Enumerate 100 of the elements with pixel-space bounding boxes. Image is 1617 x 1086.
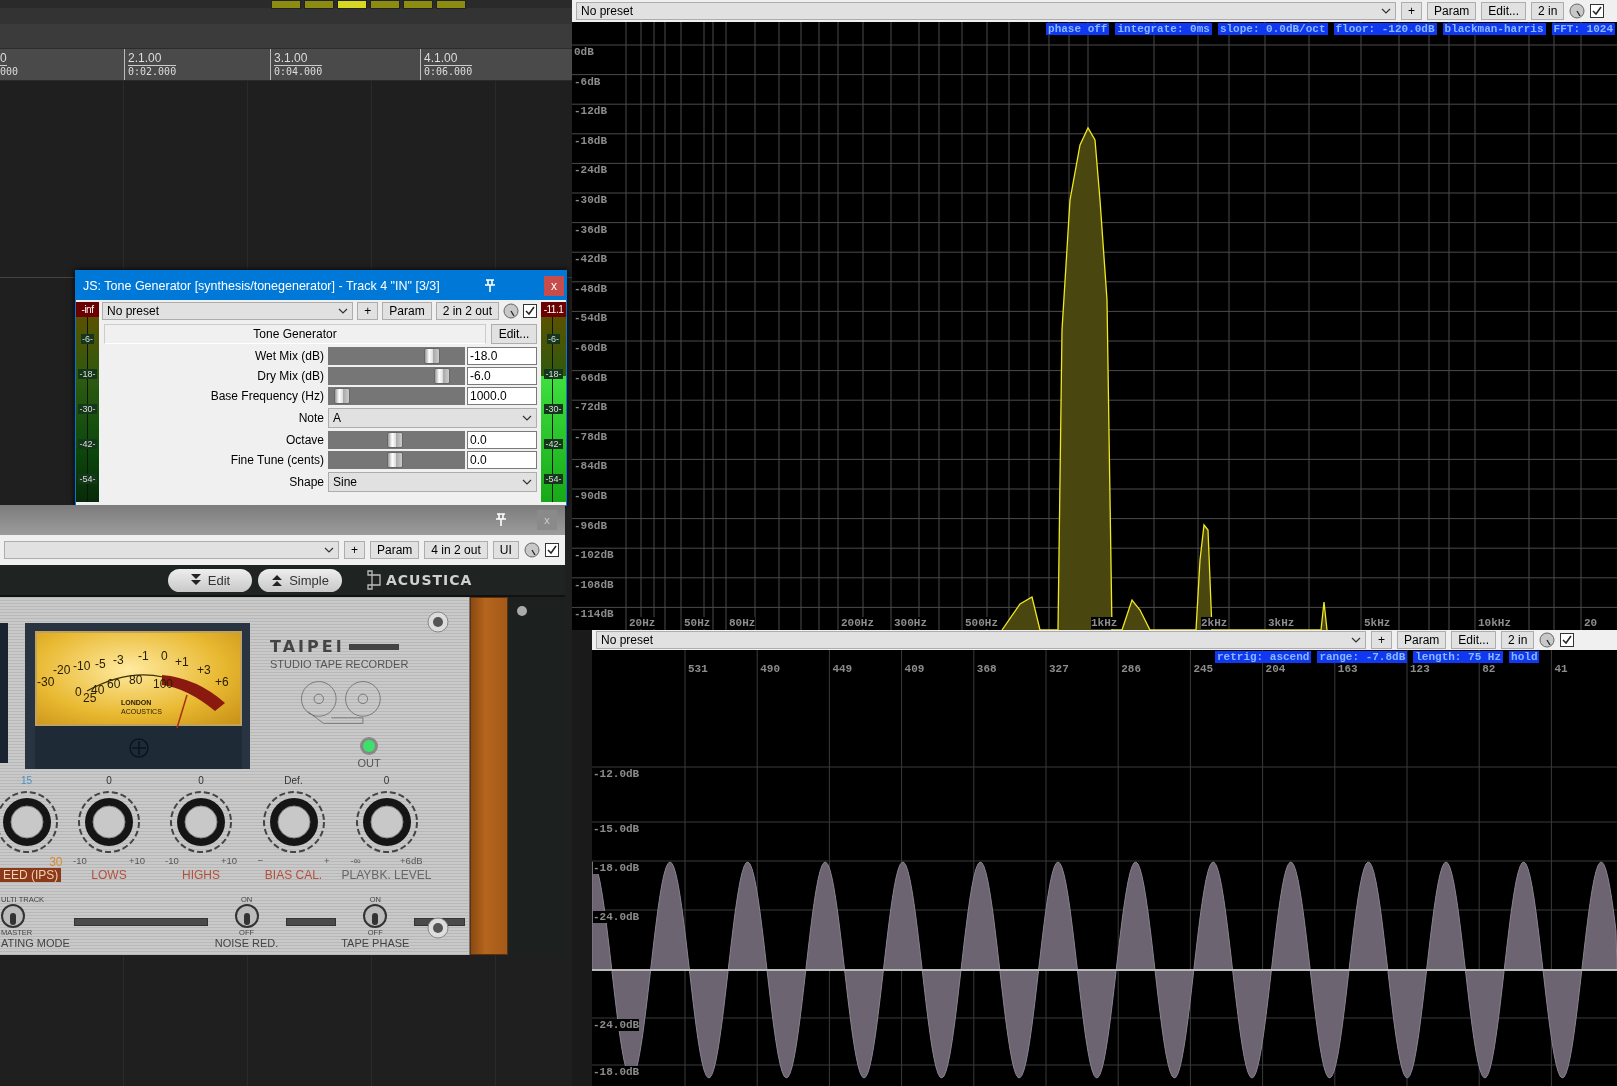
down-arrow-icon (189, 573, 202, 587)
up-arrow-icon (271, 573, 284, 587)
chevron-icon (324, 547, 334, 553)
slider-thumb[interactable] (423, 348, 440, 364)
value-field[interactable]: 1000.0 (467, 387, 537, 405)
toolbar-button[interactable] (304, 0, 334, 9)
parameter-slider[interactable] (328, 367, 465, 385)
toolbar-button[interactable] (271, 0, 301, 9)
db-axis-label: -30dB (574, 194, 607, 206)
analyzer-setting-tag: FFT: 1024 (1551, 23, 1615, 35)
rotary-knob[interactable] (76, 789, 142, 855)
add-button[interactable]: + (344, 541, 365, 559)
add-button[interactable]: + (357, 302, 379, 320)
rotary-knob[interactable] (168, 789, 234, 855)
chevron-icon (522, 479, 532, 485)
add-button[interactable]: + (1371, 631, 1392, 649)
value-field[interactable]: -6.0 (467, 367, 537, 385)
toolbar-button[interactable] (337, 0, 367, 9)
value-field[interactable]: 0.0 (467, 431, 537, 449)
timeline-ruler[interactable]: 0 000 2.1.00 0:02.000 3.1.00 0:04.000 4.1.00 0:06.000 (0, 49, 572, 81)
rotary-knob[interactable] (353, 789, 420, 855)
enable-checkbox[interactable] (1560, 633, 1575, 647)
simple-button[interactable]: Simple (258, 568, 342, 592)
knob-min-label: − (257, 855, 264, 867)
toggle-switch[interactable] (234, 903, 259, 928)
screw-icon (427, 611, 449, 633)
value-field[interactable]: 0.0 (467, 451, 537, 469)
add-button[interactable]: + (1401, 2, 1422, 20)
frequency-axis-label: 1kHz (1091, 617, 1118, 629)
wet-dry-knob[interactable] (1539, 632, 1556, 648)
vu-scale-label: 0 (161, 649, 168, 663)
frequency-axis-label: 10kHz (1478, 617, 1511, 629)
analyzer-setting-tag: slope: 0.0dB/oct (1217, 23, 1328, 35)
toolbar-button[interactable]: Param (370, 541, 420, 559)
preset-dropdown[interactable]: No preset (576, 2, 1396, 20)
preset-dropdown[interactable]: No preset (596, 631, 1366, 649)
wet-dry-knob[interactable] (503, 303, 519, 319)
enable-checkbox[interactable] (523, 304, 537, 318)
toolbar-button[interactable]: Param (382, 302, 432, 320)
sample-axis-label: 327 (1049, 663, 1069, 675)
scope-setting-tag: retrig: ascend (1215, 651, 1312, 663)
meter-scale-label: -6- (81, 333, 94, 344)
edit-button[interactable]: Edit (168, 568, 252, 592)
toggle-switch[interactable] (1, 903, 25, 928)
frequency-axis-label: 300Hz (894, 617, 927, 629)
parameter-slider[interactable] (328, 451, 465, 469)
toolbar-button[interactable]: Param (1397, 631, 1447, 649)
frequency-axis-label: 5kHz (1364, 617, 1391, 629)
slider-thumb[interactable] (387, 452, 404, 468)
switch-label: NOISE RED. (214, 936, 279, 949)
toolbar-button[interactable] (403, 0, 433, 9)
frequency-axis-label: 50Hz (684, 617, 711, 629)
knob-top-label: 0 (106, 775, 112, 787)
rotary-knob[interactable] (0, 789, 60, 855)
rotary-knob[interactable] (260, 789, 327, 855)
enable-checkbox[interactable] (544, 543, 559, 557)
edit-button[interactable]: Edit... (491, 324, 537, 344)
frequency-axis-label: 200Hz (841, 617, 874, 629)
toolbar-button[interactable]: 2 in (1501, 631, 1535, 649)
vu-scale-label: +6 (215, 675, 229, 689)
parameter-label: Note (297, 411, 325, 425)
parameter-slider[interactable] (328, 431, 465, 449)
scope-setting-tag: range: -7.8dB (1317, 651, 1408, 663)
analyzer-setting-tag: phase off (1046, 23, 1110, 35)
pin-icon[interactable] (484, 278, 496, 293)
parameter-slider[interactable] (328, 347, 465, 365)
toolbar-button[interactable]: Edit... (1481, 2, 1527, 20)
value-field[interactable]: -18.0 (467, 347, 537, 365)
slider-thumb[interactable] (387, 432, 404, 448)
switch-label: ATING MODE (1, 936, 70, 949)
toolbar-button[interactable]: 2 in (1531, 2, 1565, 20)
sample-axis-label: 82 (1482, 663, 1496, 675)
vu-scale-label: 100 (153, 677, 174, 691)
toolbar-button[interactable]: Edit... (1451, 631, 1497, 649)
parameter-dropdown[interactable]: A (328, 408, 537, 428)
wet-dry-knob[interactable] (523, 542, 540, 558)
meter-scale-label: -18- (544, 368, 563, 379)
wet-dry-knob[interactable] (1569, 3, 1586, 19)
knob-max-label: 30 (49, 855, 63, 867)
toolbar-button[interactable]: UI (492, 541, 519, 559)
slider-thumb[interactable] (434, 368, 451, 384)
preset-dropdown[interactable]: No preset (102, 302, 354, 320)
close-button[interactable]: x (544, 275, 564, 296)
parameter-dropdown[interactable]: Sine (328, 472, 537, 492)
meter-scale-label: -54- (78, 473, 97, 484)
vu-scale-label: -10 (73, 659, 91, 673)
slider-thumb[interactable] (334, 388, 351, 404)
enable-checkbox[interactable] (1590, 4, 1605, 18)
toolbar-button[interactable]: 2 in 2 out (435, 302, 499, 320)
bar-position: 0 (0, 52, 7, 66)
parameter-slider[interactable] (328, 387, 465, 405)
toolbar-button[interactable]: 4 in 2 out (424, 541, 488, 559)
toolbar-button[interactable] (436, 0, 466, 9)
vu-scale-label: -30 (37, 675, 55, 689)
db-axis-label: -108dB (574, 578, 614, 591)
toolbar-button[interactable] (370, 0, 400, 9)
toggle-switch[interactable] (363, 903, 388, 928)
chevron-icon (1351, 637, 1361, 643)
pin-icon[interactable] (495, 513, 507, 527)
toolbar-button[interactable]: Param (1427, 2, 1477, 20)
